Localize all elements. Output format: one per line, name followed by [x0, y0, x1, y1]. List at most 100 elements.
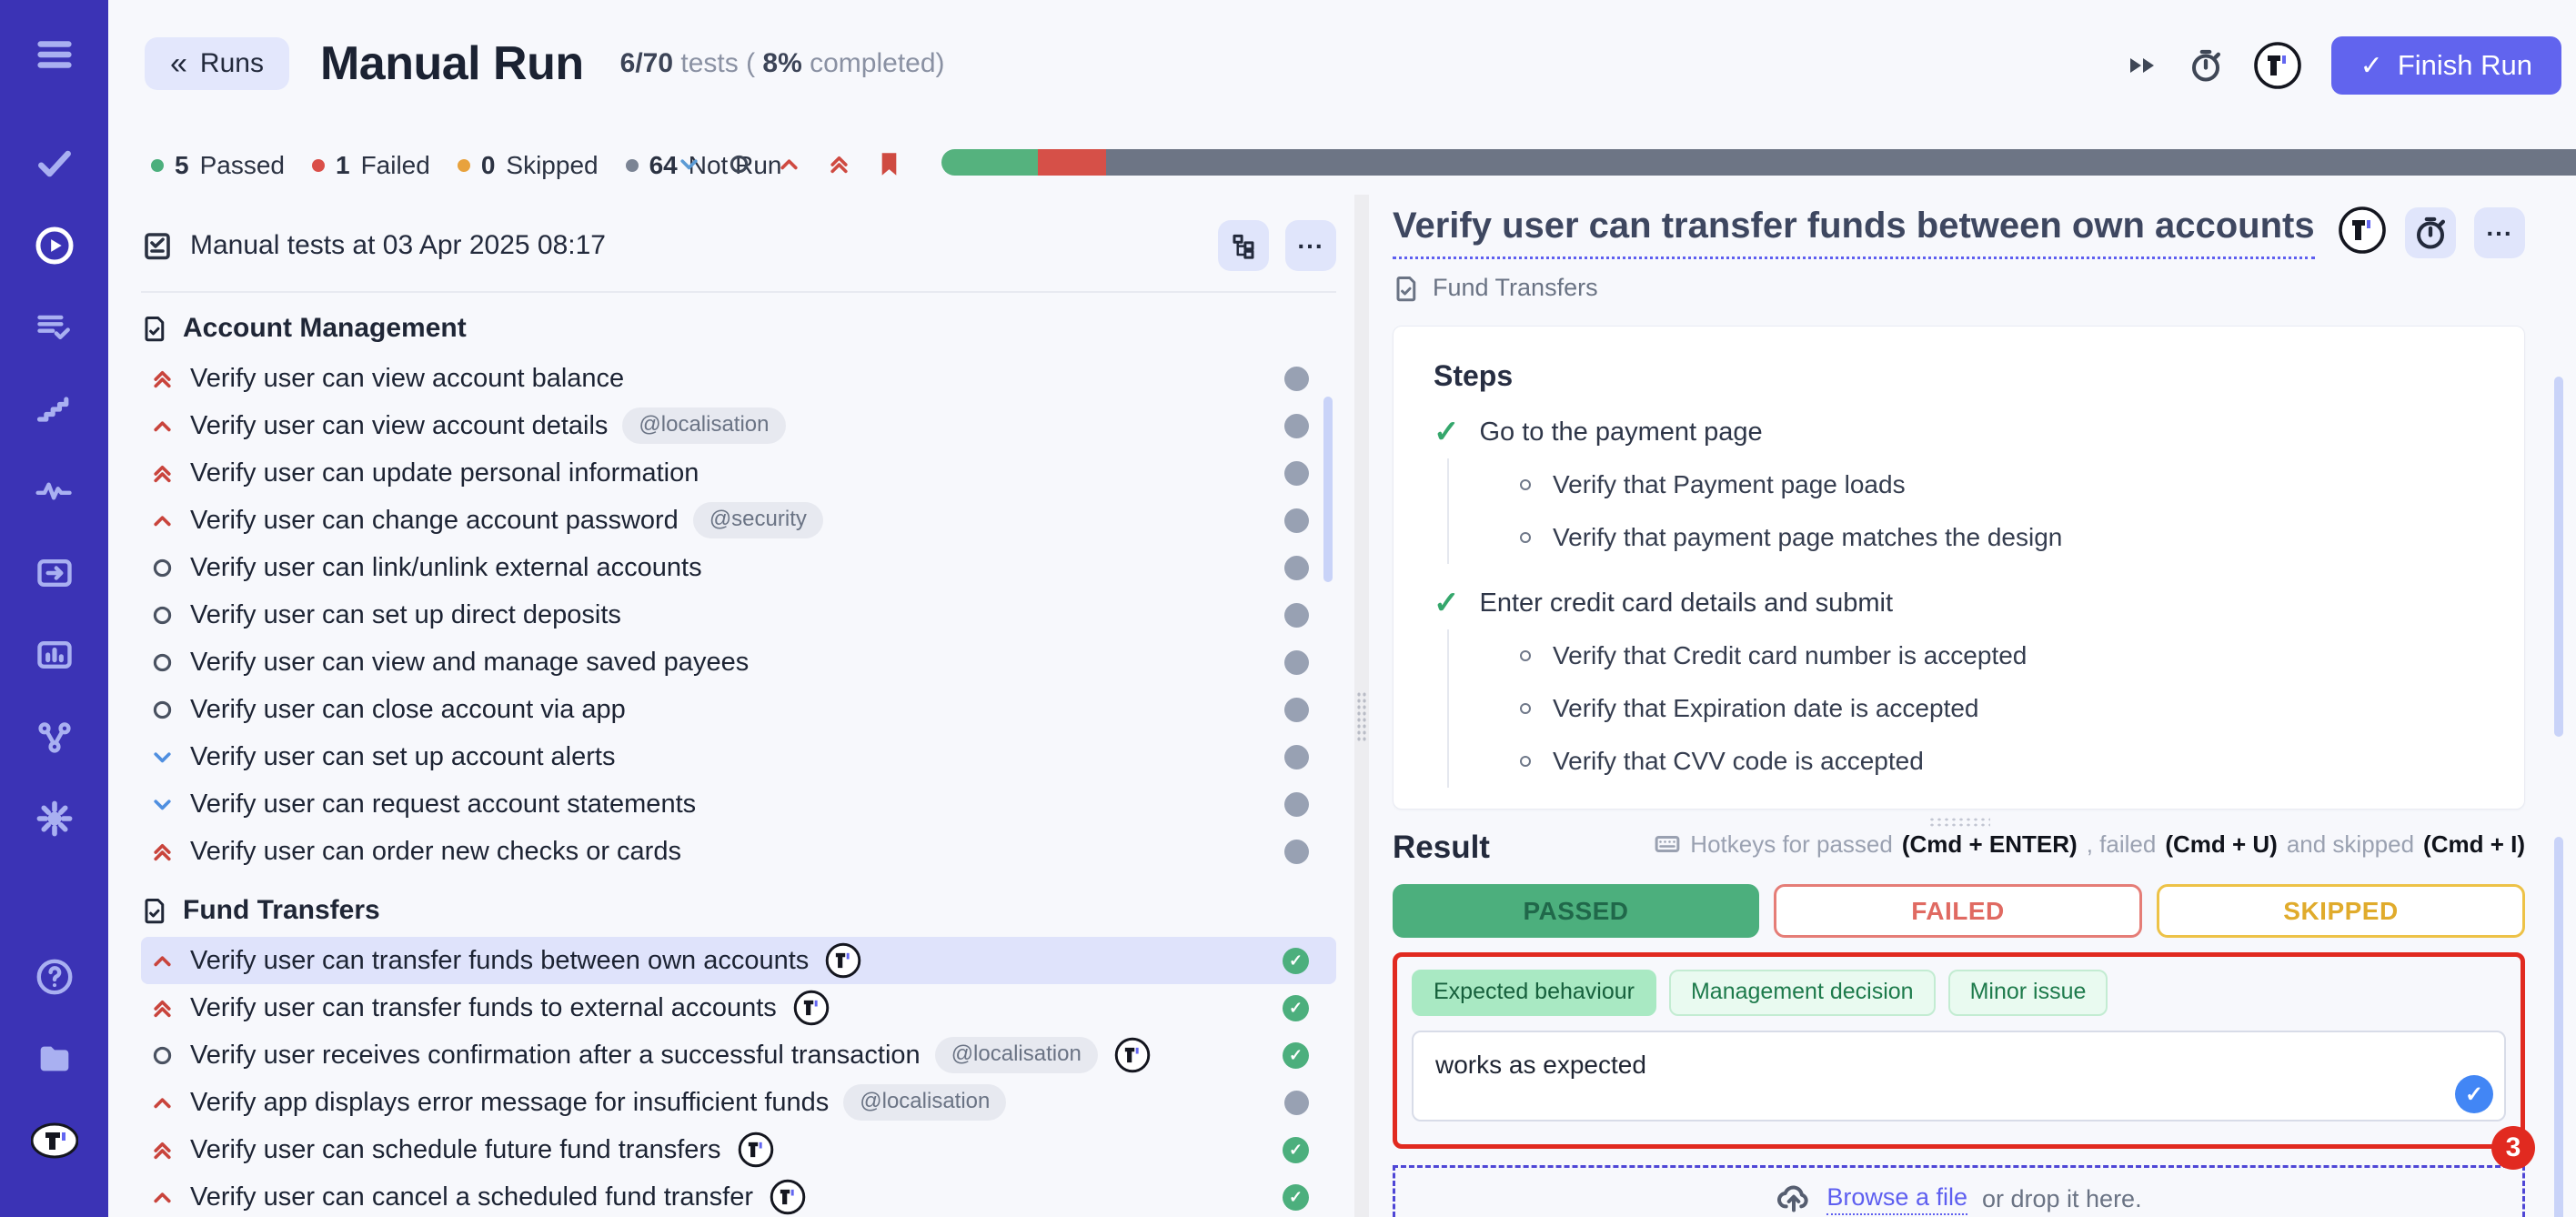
attachment-dropzone[interactable]: Browse a file or drop it here.: [1393, 1165, 2525, 1217]
step-check-row[interactable]: Verify that Credit card number is accept…: [1449, 629, 2484, 682]
test-row[interactable]: Verify user can update personal informat…: [141, 449, 1336, 497]
test-row[interactable]: Verify user can request account statemen…: [141, 780, 1336, 828]
cloud-upload-icon: [1776, 1181, 1812, 1217]
status-notrun-icon: [1284, 840, 1309, 864]
step-check-row[interactable]: Verify that Payment page loads: [1449, 458, 2484, 511]
test-tag: @localisation: [843, 1084, 1006, 1121]
test-row[interactable]: Verify user can transfer funds to extern…: [141, 984, 1336, 1031]
panel-divider[interactable]: [1354, 195, 1369, 1217]
test-title: Verify user can request account statemen…: [190, 790, 696, 820]
test-detail-title[interactable]: Verify user can transfer funds between o…: [1393, 204, 2315, 259]
step-check-row[interactable]: Verify that Expiration date is accepted: [1449, 682, 2484, 735]
check-bullet-icon: [1520, 650, 1531, 661]
priority-low-icon: [150, 792, 181, 817]
step-check-row[interactable]: Verify that payment page matches the des…: [1449, 511, 2484, 564]
passed-button[interactable]: PASSED: [1393, 884, 1759, 938]
browse-file-link[interactable]: Browse a file: [1826, 1183, 1967, 1215]
subtitle-text-a: tests (: [680, 48, 755, 78]
gear-icon[interactable]: [27, 791, 82, 846]
result-scrollbar[interactable]: [2554, 837, 2563, 1217]
check-icon[interactable]: [27, 136, 82, 191]
result-tag[interactable]: Minor issue: [1948, 970, 2108, 1016]
priority-high-icon: [150, 414, 181, 438]
steps-heading: Steps: [1434, 359, 2484, 393]
pulse-icon[interactable]: [27, 464, 82, 518]
app-root: « Runs Manual Run 6/70 tests ( 8% comple…: [0, 0, 2576, 1217]
check-icon: ✓: [2360, 50, 2383, 82]
logo-icon[interactable]: [27, 1113, 82, 1168]
test-row[interactable]: Verify user can change account password@…: [141, 497, 1336, 544]
test-list-scrollbar[interactable]: [1323, 397, 1333, 582]
import-icon[interactable]: [27, 546, 82, 600]
circle-icon[interactable]: [727, 152, 751, 176]
back-to-runs-button[interactable]: « Runs: [145, 37, 289, 90]
test-row[interactable]: Verify user can view account details@loc…: [141, 402, 1336, 449]
automated-icon: [1114, 1037, 1151, 1073]
step-row[interactable]: ✓Go to the payment page: [1434, 406, 2484, 458]
stat-dot-icon: [151, 159, 164, 172]
tree-view-button[interactable]: [1218, 220, 1269, 271]
chevrons-up-icon[interactable]: [827, 152, 851, 176]
finish-run-button[interactable]: ✓ Finish Run: [2331, 36, 2561, 95]
test-tag: @localisation: [622, 407, 785, 444]
detail-more-button[interactable]: ...: [2474, 207, 2525, 258]
progress-segment: [1106, 149, 2576, 176]
analytics-icon[interactable]: [27, 628, 82, 682]
test-row[interactable]: Verify user receives confirmation after …: [141, 1031, 1336, 1079]
failed-button[interactable]: FAILED: [1774, 884, 2142, 938]
chevron-down-icon[interactable]: [677, 152, 701, 176]
priority-high-icon: [150, 1091, 181, 1115]
result-tag[interactable]: Management decision: [1669, 970, 1936, 1016]
result-comment-input[interactable]: works as expected: [1412, 1031, 2506, 1121]
test-row[interactable]: Verify user can order new checks or card…: [141, 828, 1336, 875]
test-row[interactable]: Verify user can view account balance: [141, 355, 1336, 402]
step-check-row[interactable]: Verify that CVV code is accepted: [1449, 735, 2484, 788]
suite-section-header[interactable]: Account Management: [141, 313, 1336, 344]
annotation-step-badge: 3: [2491, 1126, 2535, 1170]
test-row[interactable]: Verify user can set up account alerts: [141, 733, 1336, 780]
priority-filters: [677, 151, 901, 177]
priority-normal-icon: [150, 698, 181, 722]
test-row[interactable]: Verify user can set up direct deposits: [141, 591, 1336, 639]
resize-handle-icon[interactable]: [1928, 817, 1990, 828]
status-notrun-icon: [1284, 461, 1309, 486]
detail-timer-button[interactable]: [2405, 207, 2456, 258]
testomat-logo-icon[interactable]: [2253, 41, 2302, 90]
stat-dot-icon: [626, 159, 639, 172]
skipped-button[interactable]: SKIPPED: [2157, 884, 2525, 938]
test-row[interactable]: Verify user can schedule future fund tra…: [141, 1126, 1336, 1173]
test-row[interactable]: Verify user can transfer funds between o…: [141, 937, 1336, 984]
check-bullet-icon: [1520, 756, 1531, 767]
chevron-up-icon[interactable]: [777, 152, 801, 176]
status-passed-icon: ✓: [1283, 1137, 1309, 1163]
test-row[interactable]: Verify app displays error message for in…: [141, 1079, 1336, 1126]
menu-icon[interactable]: [27, 27, 82, 82]
help-icon[interactable]: [27, 950, 82, 1004]
test-tag: @localisation: [935, 1037, 1098, 1073]
sidebar: [0, 0, 108, 1217]
stopwatch-icon[interactable]: [2188, 47, 2224, 84]
result-tag[interactable]: Expected behaviour: [1412, 970, 1656, 1016]
projects-icon[interactable]: [27, 1031, 82, 1086]
submit-comment-button[interactable]: ✓: [2455, 1075, 2493, 1113]
fast-forward-icon[interactable]: [2128, 53, 2158, 78]
stat-label: Skipped: [506, 151, 598, 180]
suite-section-header[interactable]: Fund Transfers: [141, 895, 1336, 926]
test-row[interactable]: Verify user can close account via app: [141, 686, 1336, 733]
steps-scrollbar[interactable]: [2554, 377, 2563, 737]
list-more-button[interactable]: ...: [1285, 220, 1336, 271]
step-row[interactable]: ✓Enter credit card details and submit: [1434, 577, 2484, 629]
branch-icon[interactable]: [27, 709, 82, 764]
divider-grip-icon[interactable]: [1356, 691, 1367, 742]
step-check-text: Verify that Credit card number is accept…: [1553, 641, 2027, 670]
bookmark-icon[interactable]: [877, 151, 901, 177]
steps-icon[interactable]: [27, 382, 82, 437]
subtitle-text-b: completed): [810, 48, 944, 78]
suite-name[interactable]: Fund Transfers: [1433, 274, 1598, 302]
list-check-icon[interactable]: [27, 300, 82, 355]
test-row[interactable]: Verify user can cancel a scheduled fund …: [141, 1173, 1336, 1217]
play-icon[interactable]: [27, 218, 82, 273]
test-row[interactable]: Verify user can view and manage saved pa…: [141, 639, 1336, 686]
test-row[interactable]: Verify user can link/unlink external acc…: [141, 544, 1336, 591]
run-checklist-icon: [141, 229, 174, 262]
